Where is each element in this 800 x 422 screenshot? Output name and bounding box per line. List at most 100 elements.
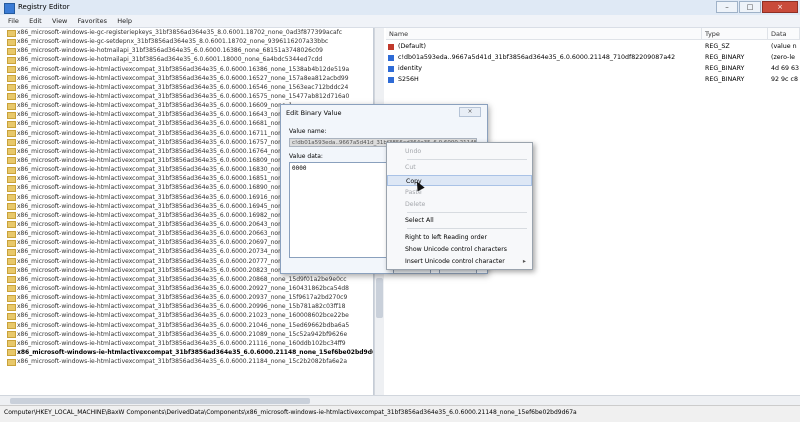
- tree-item[interactable]: x86_microsoft-windows-ie-htmlactivexcomp…: [3, 65, 373, 74]
- dialog-title: Edit Binary Value: [286, 109, 342, 117]
- menu-favorites[interactable]: Favorites: [78, 15, 107, 27]
- folder-icon: [7, 175, 16, 183]
- tree-item-label: x86_microsoft-windows-ie-htmlactivexcomp…: [17, 156, 293, 164]
- close-button[interactable]: ×: [762, 1, 798, 13]
- value-row[interactable]: identity: [386, 64, 702, 74]
- tree-item[interactable]: x86_microsoft-windows-ie-htmlactivexcomp…: [3, 302, 373, 311]
- menu-item-undo[interactable]: Undo: [387, 146, 532, 157]
- column-name[interactable]: Name: [386, 28, 702, 40]
- scroll-thumb[interactable]: [10, 398, 310, 404]
- tree-item-label: x86_microsoft-windows-ie-htmlactivexcomp…: [17, 303, 346, 311]
- tree-item-label: x86_microsoft-windows-ie-hotmailapi_31bf…: [17, 47, 323, 55]
- menu-view[interactable]: View: [52, 15, 67, 27]
- tree-item-label: x86_microsoft-windows-ie-htmlactivexcomp…: [17, 184, 293, 192]
- menu-file[interactable]: File: [8, 15, 19, 27]
- column-type[interactable]: Type: [702, 28, 768, 40]
- tree-item[interactable]: x86_microsoft-windows-ie-hotmailapi_31bf…: [3, 55, 373, 64]
- tree-item-label: x86_microsoft-windows-ie-htmlactivexcomp…: [17, 330, 348, 338]
- value-data: 4d 69 63: [771, 65, 800, 72]
- value-row[interactable]: c!db01a593eda..9667a5d41d_31bf3856ad364e…: [386, 53, 702, 63]
- tree-item[interactable]: x86_microsoft-windows-ie-gc-setdepnx_31b…: [3, 37, 373, 46]
- dialog-close-button[interactable]: ×: [459, 107, 481, 117]
- tree-item-label: x86_microsoft-windows-ie-htmlactivexcomp…: [17, 83, 349, 91]
- tree-item[interactable]: x86_microsoft-windows-ie-htmlactivexcomp…: [3, 74, 373, 83]
- minimize-button[interactable]: –: [716, 1, 738, 13]
- folder-icon: [7, 349, 16, 357]
- menu-item-insert-unicode[interactable]: Insert Unicode control character ▸: [387, 256, 532, 267]
- value-name: identity: [398, 65, 423, 72]
- menu-item-show-unicode[interactable]: Show Unicode control characters: [387, 244, 532, 255]
- tree-item[interactable]: x86_microsoft-windows-ie-htmlactivexcomp…: [3, 321, 373, 330]
- folder-icon: [7, 56, 16, 64]
- tree-item-label: x86_microsoft-windows-ie-htmlactivexcomp…: [17, 211, 293, 219]
- folder-icon: [7, 203, 16, 211]
- value-row[interactable]: (Default): [386, 42, 702, 52]
- tree-item[interactable]: x86_microsoft-windows-ie-htmlactivexcomp…: [3, 357, 373, 366]
- tree-item[interactable]: x86_microsoft-windows-ie-htmlactivexcomp…: [3, 330, 373, 339]
- tree-item-label: x86_microsoft-windows-ie-htmlactivexcomp…: [17, 220, 293, 228]
- tree-item-label: x86_microsoft-windows-ie-hotmailapi_31bf…: [17, 56, 323, 64]
- menu-item-copy[interactable]: Copy: [387, 175, 532, 186]
- folder-icon: [7, 212, 16, 220]
- value-row[interactable]: S256H: [386, 75, 702, 85]
- tree-item[interactable]: x86_microsoft-windows-ie-htmlactivexcomp…: [3, 293, 373, 302]
- scroll-thumb[interactable]: [376, 278, 383, 318]
- column-data[interactable]: Data: [768, 28, 800, 40]
- menu-help[interactable]: Help: [117, 15, 132, 27]
- tree-item[interactable]: x86_microsoft-windows-ie-htmlactivexcomp…: [3, 284, 373, 293]
- menu-separator: [407, 159, 527, 160]
- folder-icon: [7, 230, 16, 238]
- menu-item-paste[interactable]: Paste: [387, 187, 532, 198]
- value-name-label: Value name:: [289, 128, 327, 135]
- tree-item[interactable]: x86_microsoft-windows-ie-htmlactivexcomp…: [3, 83, 373, 92]
- folder-icon: [7, 312, 16, 320]
- folder-icon: [7, 139, 16, 147]
- binary-value-icon: [388, 77, 394, 83]
- folder-icon: [7, 166, 16, 174]
- tree-item-label: x86_microsoft-windows-ie-htmlactivexcomp…: [17, 257, 293, 265]
- value-type: REG_BINARY: [705, 54, 745, 61]
- folder-icon: [7, 239, 16, 247]
- menu-bar: File Edit View Favorites Help: [0, 15, 800, 28]
- folder-icon: [7, 322, 16, 329]
- folder-icon: [7, 358, 16, 366]
- tree-item[interactable]: x86_microsoft-windows-ie-hotmailapi_31bf…: [3, 46, 373, 55]
- folder-icon: [7, 184, 16, 192]
- tree-item[interactable]: x86_microsoft-windows-ie-htmlactivexcomp…: [3, 348, 373, 357]
- folder-icon: [7, 331, 16, 339]
- menu-item-select-all[interactable]: Select All: [387, 215, 532, 226]
- tree-item-label: x86_microsoft-windows-ie-htmlactivexcomp…: [17, 120, 293, 128]
- tree-item-label: x86_microsoft-windows-ie-htmlactivexcomp…: [17, 284, 349, 292]
- tree-item[interactable]: x86_microsoft-windows-ie-htmlactivexcomp…: [3, 275, 373, 284]
- tree-item[interactable]: x86_microsoft-windows-ie-htmlactivexcomp…: [3, 339, 373, 348]
- folder-icon: [7, 267, 16, 275]
- tree-item-label: x86_microsoft-windows-ie-htmlactivexcomp…: [17, 312, 349, 320]
- tree-item[interactable]: x86_microsoft-windows-ie-htmlactivexcomp…: [3, 311, 373, 320]
- window-title: Registry Editor: [18, 3, 70, 11]
- folder-icon: [7, 294, 16, 302]
- folder-icon: [7, 276, 16, 284]
- menu-item-rtl-reading-order[interactable]: Right to left Reading order: [387, 232, 532, 243]
- tree-item[interactable]: x86_microsoft-windows-ie-gc-registeriepk…: [3, 28, 373, 37]
- folder-icon: [7, 111, 16, 119]
- string-value-icon: [388, 44, 394, 50]
- binary-value-icon: [388, 66, 394, 72]
- folder-icon: [7, 221, 16, 229]
- maximize-button[interactable]: □: [739, 1, 761, 13]
- tree-item-label: x86_microsoft-windows-ie-htmlactivexcomp…: [17, 129, 293, 137]
- tree-item-label: x86_microsoft-windows-ie-htmlactivexcomp…: [17, 275, 347, 283]
- folder-icon: [7, 248, 16, 256]
- tree-item-label: x86_microsoft-windows-ie-htmlactivexcomp…: [17, 175, 293, 183]
- value-name: (Default): [398, 43, 426, 50]
- tree-item-label: x86_microsoft-windows-ie-htmlactivexcomp…: [17, 202, 293, 210]
- tree-item[interactable]: x86_microsoft-windows-ie-htmlactivexcomp…: [3, 92, 373, 101]
- menu-item-delete[interactable]: Delete: [387, 199, 532, 210]
- folder-icon: [7, 75, 16, 83]
- tree-item-label: x86_microsoft-windows-ie-htmlactivexcomp…: [17, 294, 348, 302]
- value-name: c!db01a593eda..9667a5d41d_31bf3856ad364e…: [398, 54, 676, 61]
- submenu-arrow-icon: ▸: [522, 258, 526, 265]
- menu-item-cut[interactable]: Cut: [387, 162, 532, 173]
- folder-icon: [7, 303, 16, 311]
- menu-edit[interactable]: Edit: [29, 15, 42, 27]
- folder-icon: [7, 47, 16, 55]
